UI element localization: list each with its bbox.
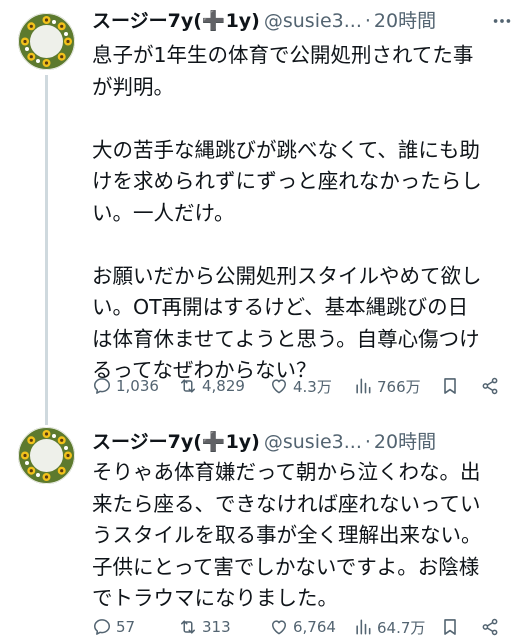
bookmark-icon — [440, 617, 460, 637]
views-chart-icon — [353, 376, 373, 396]
avatar[interactable] — [18, 13, 75, 70]
handle[interactable]: @susie3... — [264, 431, 362, 453]
heart-icon — [269, 376, 289, 396]
wreath-avatar-image — [18, 13, 75, 70]
tweet-text: 息子が1年生の体育で公開処刑されてた事 が判明。 大の苦手な縄跳びが跳べなくて、… — [92, 43, 482, 382]
like-button[interactable]: 6,764 — [269, 612, 336, 642]
avatar[interactable] — [18, 427, 75, 484]
tweet-text: そりゃあ体育嫌だって朝から泣くわな。出 来たら座る、できなければ座れないってい … — [92, 460, 482, 610]
handle[interactable]: @susie3... — [264, 10, 362, 32]
action-bar: 1,036 4,829 4.3万 766万 — [92, 371, 516, 401]
views-count: 64.7万 — [377, 618, 426, 637]
tweet-header: スージー7y(➕1y) @susie3... · 20時間 — [92, 427, 516, 457]
heart-icon — [269, 617, 289, 637]
views-chart-icon — [353, 617, 373, 637]
reply-count: 57 — [116, 618, 136, 636]
tweet[interactable]: スージー7y(➕1y) @susie3... · 20時間 そりゃあ体育嫌だって朝から… — [0, 415, 530, 640]
repost-icon — [178, 376, 198, 396]
share-button[interactable] — [480, 371, 500, 401]
share-icon — [480, 617, 500, 637]
reply-button[interactable]: 57 — [92, 612, 135, 642]
repost-button[interactable]: 313 — [178, 612, 231, 642]
tweet[interactable]: スージー7y(➕1y) @susie3... · 20時間 息子が1年生の体育で公開処… — [0, 0, 530, 425]
like-count: 4.3万 — [293, 377, 332, 396]
views-count: 766万 — [377, 377, 421, 396]
thread-line — [45, 75, 48, 425]
share-button[interactable] — [480, 612, 500, 642]
repost-button[interactable]: 4,829 — [178, 371, 245, 401]
timestamp[interactable]: 20時間 — [374, 10, 436, 32]
repost-count: 313 — [202, 618, 231, 636]
separator-dot: · — [364, 431, 371, 453]
tweet-header: スージー7y(➕1y) @susie3... · 20時間 — [92, 6, 516, 36]
timestamp[interactable]: 20時間 — [374, 431, 436, 453]
reply-button[interactable]: 1,036 — [92, 371, 159, 401]
bookmark-button[interactable] — [440, 371, 460, 401]
like-button[interactable]: 4.3万 — [269, 371, 332, 401]
reply-icon — [92, 376, 112, 396]
bookmark-icon — [440, 376, 460, 396]
bookmark-button[interactable] — [440, 612, 460, 642]
repost-count: 4,829 — [202, 377, 245, 395]
more-icon[interactable] — [488, 6, 516, 36]
reply-count: 1,036 — [116, 377, 159, 395]
share-icon — [480, 376, 500, 396]
display-name[interactable]: スージー7y(➕1y) — [92, 431, 260, 453]
repost-icon — [178, 617, 198, 637]
display-name[interactable]: スージー7y(➕1y) — [92, 10, 260, 32]
reply-icon — [92, 617, 112, 637]
separator-dot: · — [364, 10, 371, 32]
wreath-avatar-image — [18, 427, 75, 484]
action-bar: 57 313 6,764 64.7万 — [92, 612, 516, 642]
views-button[interactable]: 766万 — [353, 371, 421, 401]
like-count: 6,764 — [293, 618, 336, 636]
views-button[interactable]: 64.7万 — [353, 612, 425, 642]
